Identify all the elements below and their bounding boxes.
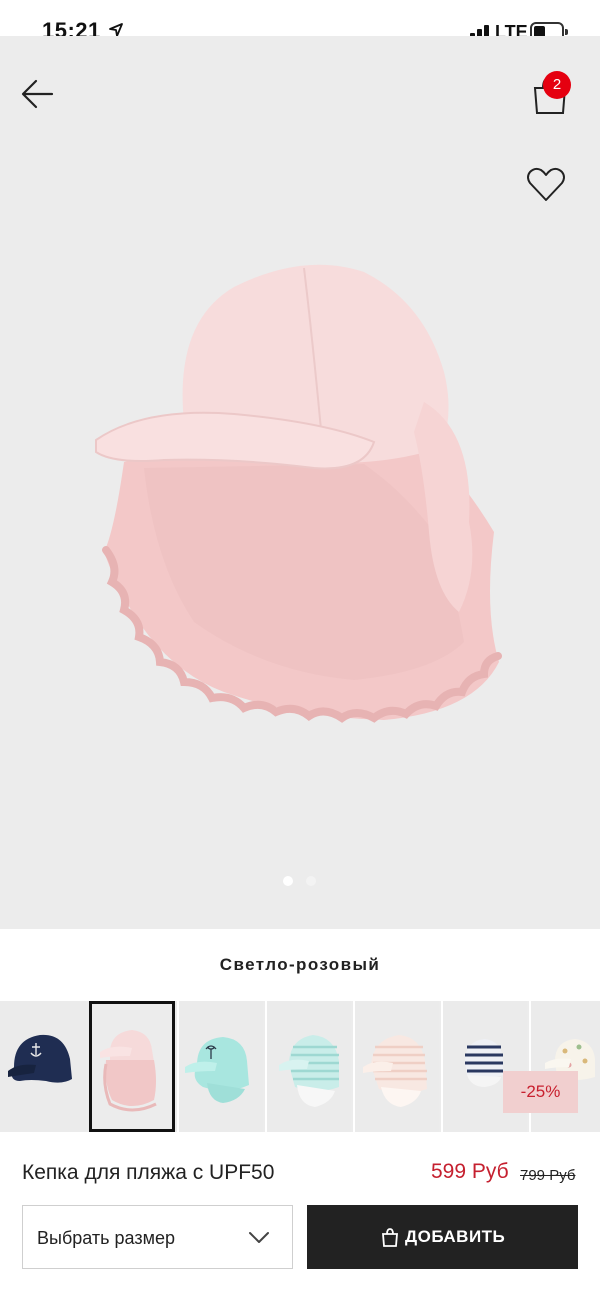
variant-swatch-mint-striped[interactable]: [265, 1001, 351, 1132]
variant-swatch-peach-striped[interactable]: [353, 1001, 439, 1132]
gallery-dot-active[interactable]: [283, 876, 293, 886]
variant-swatch-mint[interactable]: [177, 1001, 263, 1132]
product-name: Кепка для пляжа с UPF50: [22, 1161, 275, 1184]
chevron-down-icon: [249, 1232, 269, 1243]
gallery-dot[interactable]: [306, 876, 316, 886]
light-pink-cap-icon: [100, 1030, 157, 1112]
mint-palm-cap-icon: [185, 1037, 249, 1103]
add-to-cart-label: ДОБАВИТЬ: [405, 1227, 506, 1246]
heart-icon[interactable]: [524, 162, 568, 206]
variant-swatch-light-pink[interactable]: [89, 1001, 175, 1132]
variant-swatch-navy[interactable]: [0, 1001, 86, 1132]
peach-striped-cap-icon: [363, 1035, 427, 1107]
color-name: Светло-розовый: [219, 955, 381, 974]
navy-anchor-cap-icon: [8, 1034, 72, 1083]
discount-badge: -25%: [503, 1071, 578, 1113]
back-arrow-icon[interactable]: [18, 74, 58, 114]
shopping-bag-icon: [382, 1228, 398, 1247]
size-select[interactable]: Выбрать размер: [22, 1205, 293, 1269]
mint-striped-cap-icon: [279, 1035, 339, 1107]
size-select-label: Выбрать размер: [37, 1228, 175, 1248]
add-to-cart-button[interactable]: ДОБАВИТЬ: [307, 1205, 578, 1269]
product-image-gallery[interactable]: 2: [0, 36, 600, 929]
product-old-price: 799 Руб: [520, 1167, 576, 1184]
product-price: 599 Руб: [431, 1160, 509, 1183]
product-photo: [95, 264, 502, 723]
cart-count-badge: 2: [543, 71, 571, 99]
